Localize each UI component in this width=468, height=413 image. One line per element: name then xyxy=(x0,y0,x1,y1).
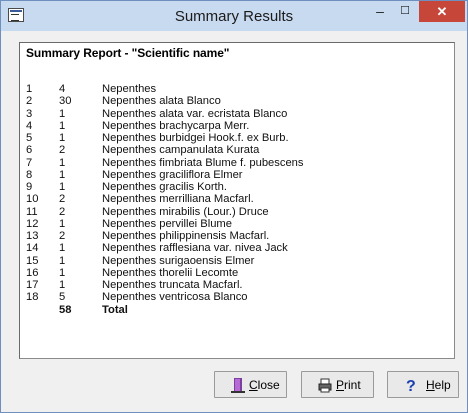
row-count: 1 xyxy=(59,279,66,291)
help-mnemonic: H xyxy=(426,378,435,392)
row-number: 18 xyxy=(26,291,39,304)
row-number: 8 xyxy=(26,168,33,181)
row-number: 13 xyxy=(26,230,39,242)
row-count: 1 xyxy=(59,107,66,120)
row-number: 15 xyxy=(26,254,39,267)
row-name: Nepenthes truncata Macfarl. xyxy=(102,279,243,291)
help-label: elp xyxy=(434,378,451,392)
report-row: 16 1 Nepenthes thorelii Lecomte xyxy=(26,267,446,279)
total-count: 58 xyxy=(59,303,72,316)
row-number: 16 xyxy=(26,266,39,279)
row-name: Nepenthes alata var. ecristata Blanco xyxy=(102,107,288,120)
row-number: 12 xyxy=(26,217,39,230)
row-count: 1 xyxy=(59,132,66,144)
row-number: 1 xyxy=(26,83,33,95)
report-row: 4 1 Nepenthes brachycarpa Merr. xyxy=(26,120,446,132)
title-bar[interactable]: Summary Results ‒ ☐ ✕ xyxy=(1,1,467,31)
row-name: Nepenthes brachycarpa Merr. xyxy=(102,119,250,132)
report-row: 18 5 Nepenthes ventricosa Blanco xyxy=(26,291,446,303)
row-name: Nepenthes xyxy=(102,83,157,95)
close-mnemonic: C xyxy=(249,378,258,392)
row-count: 4 xyxy=(59,83,66,95)
row-number: 2 xyxy=(26,95,33,108)
row-count: 2 xyxy=(59,205,66,218)
row-number: 11 xyxy=(26,205,38,218)
total-row: 58 Total xyxy=(26,304,446,316)
report-row: 15 1 Nepenthes surigaoensis Elmer xyxy=(26,255,446,267)
report-row: 7 1 Nepenthes fimbriata Blume f. pubescens xyxy=(26,157,446,169)
report-row: 8 1 Nepenthes graciliflora Elmer xyxy=(26,169,446,181)
row-count: 1 xyxy=(59,266,66,279)
row-name: Nepenthes rafflesiana var. nivea Jack xyxy=(102,242,288,255)
minimize-button[interactable]: ‒ xyxy=(368,1,392,23)
row-count: 1 xyxy=(59,119,66,132)
report-row: 11 2 Nepenthes mirabilis (Lour.) Druce xyxy=(26,206,446,218)
row-count: 1 xyxy=(59,181,66,193)
row-number: 17 xyxy=(26,279,39,291)
row-name: Nepenthes fimbriata Blume f. pubescens xyxy=(102,156,304,169)
row-count: 30 xyxy=(59,95,72,108)
report-title: Summary Report - "Scientific name" xyxy=(26,46,230,60)
report-row: 9 1 Nepenthes gracilis Korth. xyxy=(26,181,446,193)
row-number: 9 xyxy=(26,181,33,193)
client-area: Summary Report - "Scientific name" 1 4 Nep… xyxy=(9,31,459,405)
report-rows: 1 4 Nepenthes 2 30 Nepenthes alata Blanco 3 1 Ne… xyxy=(26,83,446,316)
row-name: Nepenthes gracilis Korth. xyxy=(102,181,227,193)
close-button[interactable]: Close xyxy=(214,371,287,398)
row-name: Nepenthes alata Blanco xyxy=(102,95,221,108)
row-number: 4 xyxy=(26,119,33,132)
row-number: 6 xyxy=(26,144,33,157)
report-row: 10 2 Nepenthes merrilliana Macfarl. xyxy=(26,193,446,205)
maximize-button[interactable]: ☐ xyxy=(393,1,417,23)
print-mnemonic: P xyxy=(336,378,345,392)
report-row: 3 1 Nepenthes alata var. ecristata Blanco xyxy=(26,108,446,120)
total-label: Total xyxy=(102,303,128,316)
row-name: Nepenthes campanulata Kurata xyxy=(102,144,260,157)
row-count: 1 xyxy=(59,242,66,255)
row-name: Nepenthes mirabilis (Lour.) Druce xyxy=(102,205,269,218)
row-count: 1 xyxy=(59,217,66,230)
row-name: Nepenthes thorelii Lecomte xyxy=(102,266,239,279)
report-row: 5 1 Nepenthes burbidgei Hook.f. ex Burb. xyxy=(26,132,446,144)
row-count: 2 xyxy=(59,193,66,206)
question-mark-icon: ? xyxy=(406,378,416,393)
report-row: 14 1 Nepenthes rafflesiana var. nivea Jack xyxy=(26,242,446,254)
printer-icon xyxy=(318,378,332,393)
row-count: 2 xyxy=(59,230,66,242)
row-name: Nepenthes graciliflora Elmer xyxy=(102,168,243,181)
report-row: 2 30 Nepenthes alata Blanco xyxy=(26,95,446,107)
help-button[interactable]: ? Help xyxy=(387,371,459,398)
row-name: Nepenthes ventricosa Blanco xyxy=(102,291,248,304)
print-label: rint xyxy=(344,378,361,392)
row-number: 3 xyxy=(26,107,33,120)
row-count: 5 xyxy=(59,291,66,304)
summary-results-window: Summary Results ‒ ☐ ✕ Summary Report - "… xyxy=(0,0,468,413)
row-name: Nepenthes burbidgei Hook.f. ex Burb. xyxy=(102,132,289,144)
report-row: 17 1 Nepenthes truncata Macfarl. xyxy=(26,279,446,291)
row-name: Nepenthes pervillei Blume xyxy=(102,217,232,230)
report-row: 1 4 Nepenthes xyxy=(26,83,446,95)
row-name: Nepenthes philippinensis Macfarl. xyxy=(102,230,270,242)
row-name: Nepenthes surigaoensis Elmer xyxy=(102,254,255,267)
row-number: 10 xyxy=(26,193,39,206)
row-count: 2 xyxy=(59,144,66,157)
report-panel[interactable]: Summary Report - "Scientific name" 1 4 Nep… xyxy=(19,42,455,359)
row-number: 5 xyxy=(26,132,33,144)
report-row: 6 2 Nepenthes campanulata Kurata xyxy=(26,144,446,156)
report-row: 13 2 Nepenthes philippinensis Macfarl. xyxy=(26,230,446,242)
row-number: 7 xyxy=(26,156,33,169)
svg-text:?: ? xyxy=(406,378,416,393)
report-row: 12 1 Nepenthes pervillei Blume xyxy=(26,218,446,230)
close-label: lose xyxy=(257,378,280,392)
row-count: 1 xyxy=(59,168,66,181)
row-number: 14 xyxy=(26,242,39,255)
row-count: 1 xyxy=(59,254,66,267)
row-count: 1 xyxy=(59,156,66,169)
close-window-button[interactable]: ✕ xyxy=(419,1,465,22)
door-exit-icon xyxy=(231,378,245,393)
print-button[interactable]: Print xyxy=(301,371,374,398)
row-name: Nepenthes merrilliana Macfarl. xyxy=(102,193,254,206)
